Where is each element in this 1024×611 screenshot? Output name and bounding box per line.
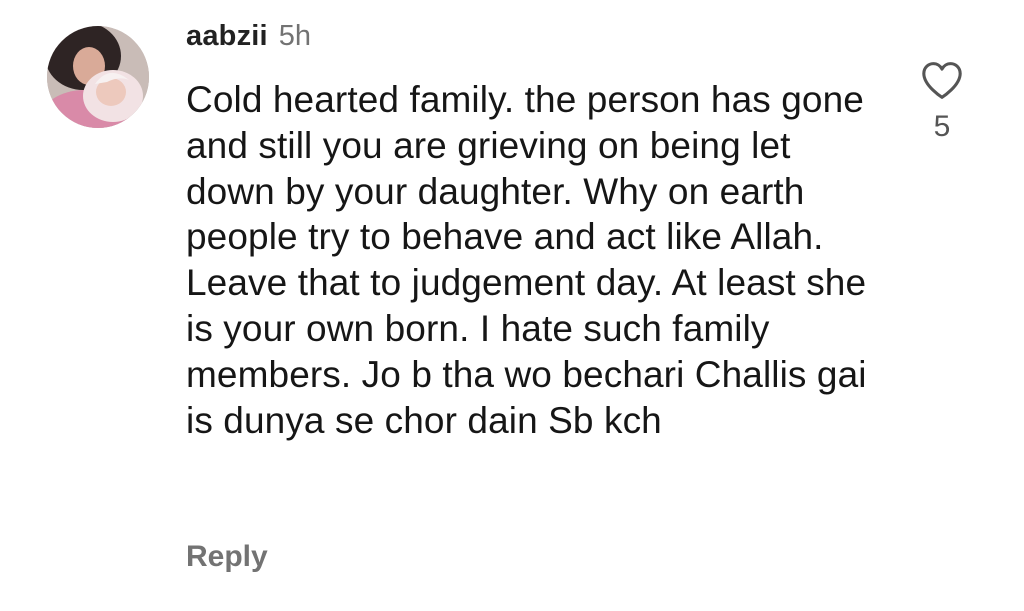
reply-button[interactable]: Reply [186, 540, 268, 574]
comment-header: aabzii 5h [186, 20, 311, 60]
comment: aabzii 5h Cold hearted family. the perso… [0, 0, 1024, 611]
like-section: 5 [910, 60, 974, 144]
comment-text: Cold hearted family. the person has gone… [186, 79, 867, 441]
like-count: 5 [933, 110, 951, 143]
username[interactable]: aabzii [186, 20, 268, 53]
avatar-photo [47, 26, 149, 128]
heart-outline-icon[interactable] [920, 60, 964, 100]
timestamp: 5h [278, 20, 312, 52]
avatar[interactable] [47, 26, 149, 128]
